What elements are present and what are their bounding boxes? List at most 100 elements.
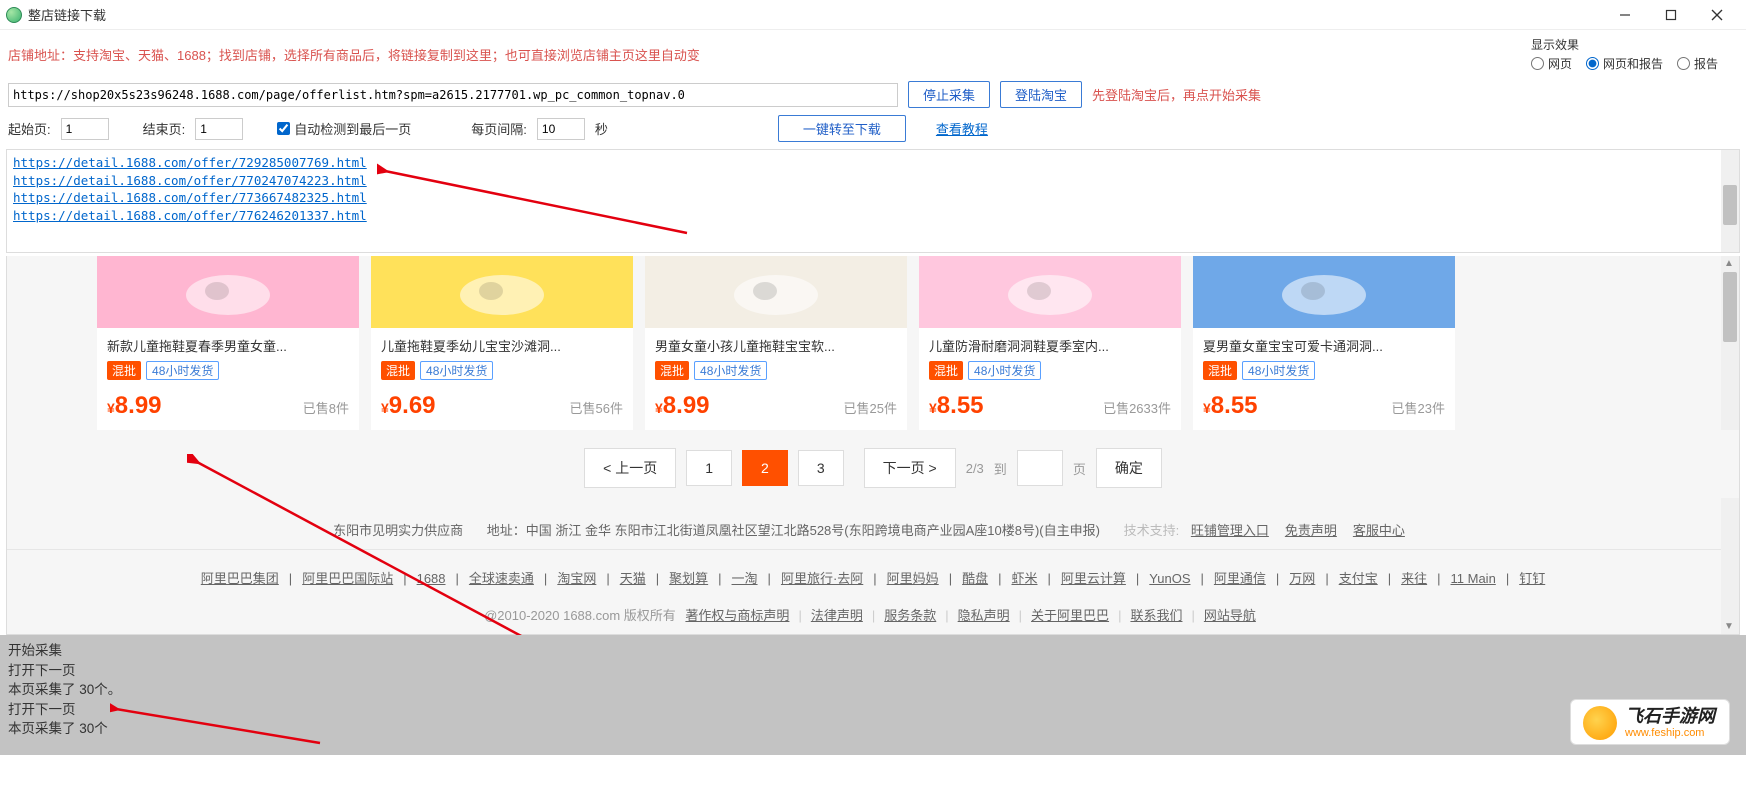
minimize-button[interactable] (1602, 0, 1648, 30)
scroll-down-icon[interactable]: ▼ (1724, 621, 1734, 632)
titlebar: 整店链接下载 (0, 0, 1746, 30)
page-suffix: 页 (1073, 459, 1086, 478)
radio-report[interactable]: 报告 (1677, 55, 1718, 72)
display-label: 显示效果 (1531, 36, 1718, 53)
tag-mix-batch: 混批 (655, 361, 689, 380)
product-sold: 已售56件 (570, 398, 623, 417)
copyright-link[interactable]: 联系我们 (1130, 608, 1182, 623)
site-link[interactable]: 钉钉 (1519, 571, 1545, 586)
site-link[interactable]: 聚划算 (669, 571, 708, 586)
site-link[interactable]: 阿里巴巴集团 (201, 571, 279, 586)
transfer-download-button[interactable]: 一键转至下载 (778, 115, 906, 142)
scrollbar-thumb[interactable] (1723, 272, 1737, 342)
product-image (97, 256, 359, 328)
site-link[interactable]: 阿里通信 (1214, 571, 1266, 586)
radio-web-report[interactable]: 网页和报告 (1586, 55, 1663, 72)
collected-link[interactable]: https://detail.1688.com/offer/7762462013… (13, 207, 1733, 225)
scrollbar-thumb[interactable] (1723, 185, 1737, 225)
site-link[interactable]: 阿里巴巴国际站 (302, 571, 393, 586)
log-line: 本页采集了 30个 (8, 719, 1738, 739)
log-line: 本页采集了 30个。 (8, 680, 1738, 700)
product-card[interactable]: 儿童防滑耐磨洞洞鞋夏季室内...混批48小时发货¥8.55已售2633件 (919, 256, 1181, 430)
tag-ship-48h: 48小时发货 (420, 361, 493, 380)
app-icon (6, 7, 22, 23)
collected-link[interactable]: https://detail.1688.com/offer/7736674823… (13, 189, 1733, 207)
login-hint: 先登陆淘宝后，再点开始采集 (1092, 85, 1261, 104)
start-page-input[interactable] (61, 118, 109, 140)
product-price: ¥8.55 (929, 392, 984, 420)
product-price: ¥8.99 (107, 392, 162, 420)
product-sold: 已售8件 (303, 398, 349, 417)
prev-page-button[interactable]: < 上一页 (584, 448, 676, 488)
log-line: 开始采集 (8, 641, 1738, 661)
login-taobao-button[interactable]: 登陆淘宝 (1000, 81, 1082, 108)
store-url-hint: 店铺地址：支持淘宝、天猫、1688；找到店铺，选择所有商品后，将链接复制到这里；… (8, 45, 1519, 64)
copyright-link[interactable]: 著作权与商标声明 (685, 608, 789, 623)
copyright-text: @2010-2020 1688.com 版权所有 (484, 608, 676, 623)
goto-page-input[interactable] (1017, 450, 1063, 486)
product-card[interactable]: 夏男童女童宝宝可爱卡通洞洞...混批48小时发货¥8.55已售23件 (1193, 256, 1455, 430)
product-price: ¥8.99 (655, 392, 710, 420)
product-card[interactable]: 儿童拖鞋夏季幼儿宝宝沙滩洞...混批48小时发货¥9.69已售56件 (371, 256, 633, 430)
product-image (1193, 256, 1455, 328)
goto-label: 到 (994, 459, 1007, 478)
site-link[interactable]: 1688 (417, 571, 446, 586)
copyright-row: @2010-2020 1688.com 版权所有 著作权与商标声明|法律声明|服… (7, 599, 1739, 626)
site-link[interactable]: 天猫 (620, 571, 646, 586)
goto-confirm-button[interactable]: 确定 (1096, 448, 1162, 488)
product-title: 儿童拖鞋夏季幼儿宝宝沙滩洞... (381, 336, 623, 355)
auto-detect-checkbox[interactable]: 自动检测到最后一页 (277, 119, 411, 138)
tag-mix-batch: 混批 (929, 361, 963, 380)
collected-link[interactable]: https://detail.1688.com/offer/7292850077… (13, 154, 1733, 172)
collected-link[interactable]: https://detail.1688.com/offer/7702470742… (13, 172, 1733, 190)
site-link[interactable]: 阿里云计算 (1061, 571, 1126, 586)
stop-collect-button[interactable]: 停止采集 (908, 81, 990, 108)
copyright-link[interactable]: 关于阿里巴巴 (1031, 608, 1109, 623)
close-button[interactable] (1694, 0, 1740, 30)
tech-support-link[interactable]: 旺铺管理入口 (1191, 523, 1269, 538)
site-link[interactable]: 酷盘 (962, 571, 988, 586)
supplier-name: 东阳市见明实力供应商 (333, 523, 463, 538)
tech-support-link[interactable]: 免责声明 (1285, 523, 1337, 538)
page-number-button[interactable]: 2 (742, 450, 788, 486)
product-title: 新款儿童拖鞋夏春季男童女童... (107, 336, 349, 355)
view-tutorial-link[interactable]: 查看教程 (936, 119, 988, 138)
radio-web[interactable]: 网页 (1531, 55, 1572, 72)
site-link[interactable]: 11 Main (1451, 571, 1496, 586)
log-output: 开始采集打开下一页本页采集了 30个。打开下一页本页采集了 30个 飞石手游网 … (0, 635, 1746, 755)
site-link[interactable]: YunOS (1149, 571, 1190, 586)
store-url-input[interactable] (8, 83, 898, 107)
site-link[interactable]: 淘宝网 (557, 571, 596, 586)
site-link[interactable]: 全球速卖通 (469, 571, 534, 586)
product-sold: 已售23件 (1392, 398, 1445, 417)
site-link[interactable]: 来往 (1401, 571, 1427, 586)
next-page-button[interactable]: 下一页 > (864, 448, 956, 488)
window-title: 整店链接下载 (28, 5, 106, 24)
product-sold: 已售2633件 (1103, 398, 1171, 417)
product-card[interactable]: 新款儿童拖鞋夏春季男童女童...混批48小时发货¥8.99已售8件 (97, 256, 359, 430)
copyright-link[interactable]: 隐私声明 (958, 608, 1010, 623)
end-page-input[interactable] (195, 118, 243, 140)
page-number-button[interactable]: 1 (686, 450, 732, 486)
site-link[interactable]: 阿里旅行·去阿 (781, 571, 863, 586)
copyright-link[interactable]: 服务条款 (884, 608, 936, 623)
product-image (371, 256, 633, 328)
site-link[interactable]: 支付宝 (1339, 571, 1378, 586)
scroll-up-icon[interactable]: ▲ (1724, 258, 1734, 269)
start-page-label: 起始页: (8, 119, 51, 138)
copyright-link[interactable]: 网站导航 (1204, 608, 1256, 623)
product-title: 儿童防滑耐磨洞洞鞋夏季室内... (929, 336, 1171, 355)
maximize-button[interactable] (1648, 0, 1694, 30)
watermark-url: www.feship.com (1625, 727, 1715, 739)
site-link[interactable]: 一淘 (732, 571, 758, 586)
copyright-link[interactable]: 法律声明 (811, 608, 863, 623)
product-card[interactable]: 男童女童小孩儿童拖鞋宝宝软...混批48小时发货¥8.99已售25件 (645, 256, 907, 430)
tech-support-link[interactable]: 客服中心 (1353, 523, 1405, 538)
interval-input[interactable] (537, 118, 585, 140)
page-of-info: 2/3 (966, 461, 984, 476)
site-link[interactable]: 虾米 (1011, 571, 1037, 586)
tag-mix-batch: 混批 (381, 361, 415, 380)
site-link[interactable]: 阿里妈妈 (887, 571, 939, 586)
page-number-button[interactable]: 3 (798, 450, 844, 486)
site-link[interactable]: 万网 (1289, 571, 1315, 586)
